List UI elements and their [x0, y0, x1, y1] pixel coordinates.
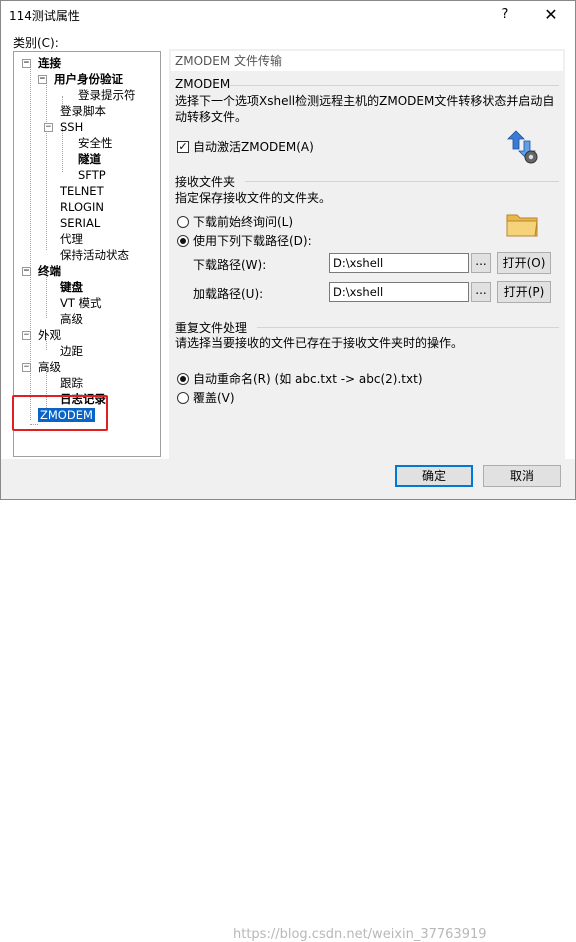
tree-item-user-auth[interactable]: − 用户身份验证	[38, 72, 123, 87]
tree-item-label: SERIAL	[60, 216, 101, 230]
window-title: 114测试属性	[9, 9, 80, 23]
tree-item-label: 登录脚本	[60, 104, 106, 118]
zmodem-description: 选择下一个选项Xshell检测远程主机的ZMODEM文件转移状态并启动自动转移文…	[175, 94, 555, 124]
tree-item-label: 连接	[38, 56, 61, 70]
tree-item-label: TELNET	[60, 184, 104, 198]
tree-item-trace[interactable]: 跟踪	[60, 376, 83, 391]
zmodem-section-title: ZMODEM	[175, 77, 231, 91]
tree-item-proxy[interactable]: 代理	[60, 232, 83, 247]
tree-item-label: 用户身份验证	[54, 72, 123, 86]
tree-item-label: 边距	[60, 344, 83, 358]
tree-item-sftp[interactable]: SFTP	[78, 168, 106, 183]
tree-item-label: 隧道	[78, 152, 101, 166]
tree-item-label: 高级	[38, 360, 61, 374]
tree-item-terminal-advanced[interactable]: 高级	[60, 312, 83, 327]
overwrite-radio[interactable]	[177, 392, 189, 404]
collapse-icon[interactable]: −	[22, 363, 31, 372]
watermark-text: https://blog.csdn.net/weixin_37763919	[233, 927, 487, 942]
tree-item-label: 代理	[60, 232, 83, 246]
tree-item-margins[interactable]: 边距	[60, 344, 83, 359]
download-path-input[interactable]: D:\xshell	[329, 253, 469, 273]
open-download-button[interactable]: 打开(O)	[497, 252, 551, 274]
tree-item-security[interactable]: 安全性	[78, 136, 113, 151]
auto-activate-label[interactable]: 自动激活ZMODEM(A)	[193, 139, 314, 155]
duplicate-section-title: 重复文件处理	[175, 321, 248, 335]
tree-item-label: 登录提示符	[78, 88, 136, 102]
tree-item-rlogin[interactable]: RLOGIN	[60, 200, 104, 215]
collapse-icon[interactable]: −	[38, 75, 47, 84]
tree-item-login-scripts[interactable]: 登录脚本	[60, 104, 106, 119]
tree-item-label: SSH	[60, 120, 84, 134]
button-bar: https://blog.csdn.net/weixin_37763919 确定…	[1, 459, 575, 942]
download-path-label: 下载路径(W):	[193, 258, 267, 272]
category-label: 类别(C):	[13, 36, 59, 50]
tree-item-ssh[interactable]: − SSH	[44, 120, 83, 135]
tree-item-keyboard[interactable]: 键盘	[60, 280, 83, 295]
panel-header: ZMODEM 文件传输	[171, 51, 563, 71]
use-path-radio[interactable]	[177, 235, 189, 247]
tree-item-terminal[interactable]: − 终端	[22, 264, 61, 279]
use-path-label[interactable]: 使用下列下载路径(D):	[193, 233, 312, 249]
tree-item-login-prompts[interactable]: 登录提示符	[78, 88, 136, 103]
close-button[interactable]: ✕	[539, 3, 563, 27]
tree-item-label: VT 模式	[60, 296, 102, 310]
upload-path-input[interactable]: D:\xshell	[329, 282, 469, 302]
auto-rename-radio[interactable]	[177, 373, 189, 385]
open-upload-button[interactable]: 打开(P)	[497, 281, 551, 303]
tree-item-tunneling[interactable]: 隧道	[78, 152, 101, 167]
tree-item-telnet[interactable]: TELNET	[60, 184, 104, 199]
tree-item-label: 跟踪	[60, 376, 83, 390]
tree-item-connection[interactable]: − 连接	[22, 56, 61, 71]
collapse-icon[interactable]: −	[22, 331, 31, 340]
tree-item-keep-alive[interactable]: 保持活动状态	[60, 248, 129, 263]
tree-item-label: 外观	[38, 328, 61, 342]
folder-icon	[506, 214, 538, 237]
tree-item-label: RLOGIN	[60, 200, 104, 214]
receive-section-title: 接收文件夹	[175, 175, 236, 189]
auto-activate-checkbox[interactable]: ✓	[177, 141, 189, 153]
auto-rename-label[interactable]: 自动重命名(R) (如 abc.txt -> abc(2).txt)	[193, 371, 423, 387]
tree-item-label: 保持活动状态	[60, 248, 129, 262]
tree-item-label: 高级	[60, 312, 83, 326]
download-browse-button[interactable]: ...	[471, 253, 491, 273]
help-button[interactable]: ?	[495, 5, 515, 25]
upload-browse-button[interactable]: ...	[471, 282, 491, 302]
tree-item-appearance[interactable]: − 外观	[22, 328, 61, 343]
zmodem-transfer-icon	[507, 130, 538, 164]
annotation-highlight-box	[12, 395, 108, 431]
cancel-button[interactable]: 取消	[483, 465, 561, 487]
collapse-icon[interactable]: −	[22, 59, 31, 68]
tree-item-vt-modes[interactable]: VT 模式	[60, 296, 102, 311]
collapse-icon[interactable]: −	[22, 267, 31, 276]
tree-item-label: SFTP	[78, 168, 106, 182]
tree-item-label: 键盘	[60, 280, 83, 294]
always-ask-label[interactable]: 下载前始终询问(L)	[193, 214, 293, 230]
ok-button[interactable]: 确定	[395, 465, 473, 487]
collapse-icon[interactable]: −	[44, 123, 53, 132]
tree-item-advanced[interactable]: − 高级	[22, 360, 61, 375]
receive-description: 指定保存接收文件的文件夹。	[175, 191, 332, 205]
upload-path-label: 加载路径(U):	[193, 287, 264, 301]
tree-item-label: 安全性	[78, 136, 113, 150]
title-bar: 114测试属性 ? ✕	[1, 1, 575, 29]
duplicate-description: 请选择当要接收的文件已存在于接收文件夹时的操作。	[175, 336, 464, 350]
always-ask-radio[interactable]	[177, 216, 189, 228]
settings-panel: ZMODEM 文件传输 ZMODEM 选择下一个选项Xshell检测远程主机的Z…	[169, 49, 565, 459]
overwrite-label[interactable]: 覆盖(V)	[193, 390, 235, 406]
tree-item-label: 终端	[38, 264, 61, 278]
properties-dialog: 114测试属性 ? ✕ 类别(C): − 连接 − 用户身份验证 登录提示符 登…	[0, 0, 576, 942]
tree-item-serial[interactable]: SERIAL	[60, 216, 100, 231]
